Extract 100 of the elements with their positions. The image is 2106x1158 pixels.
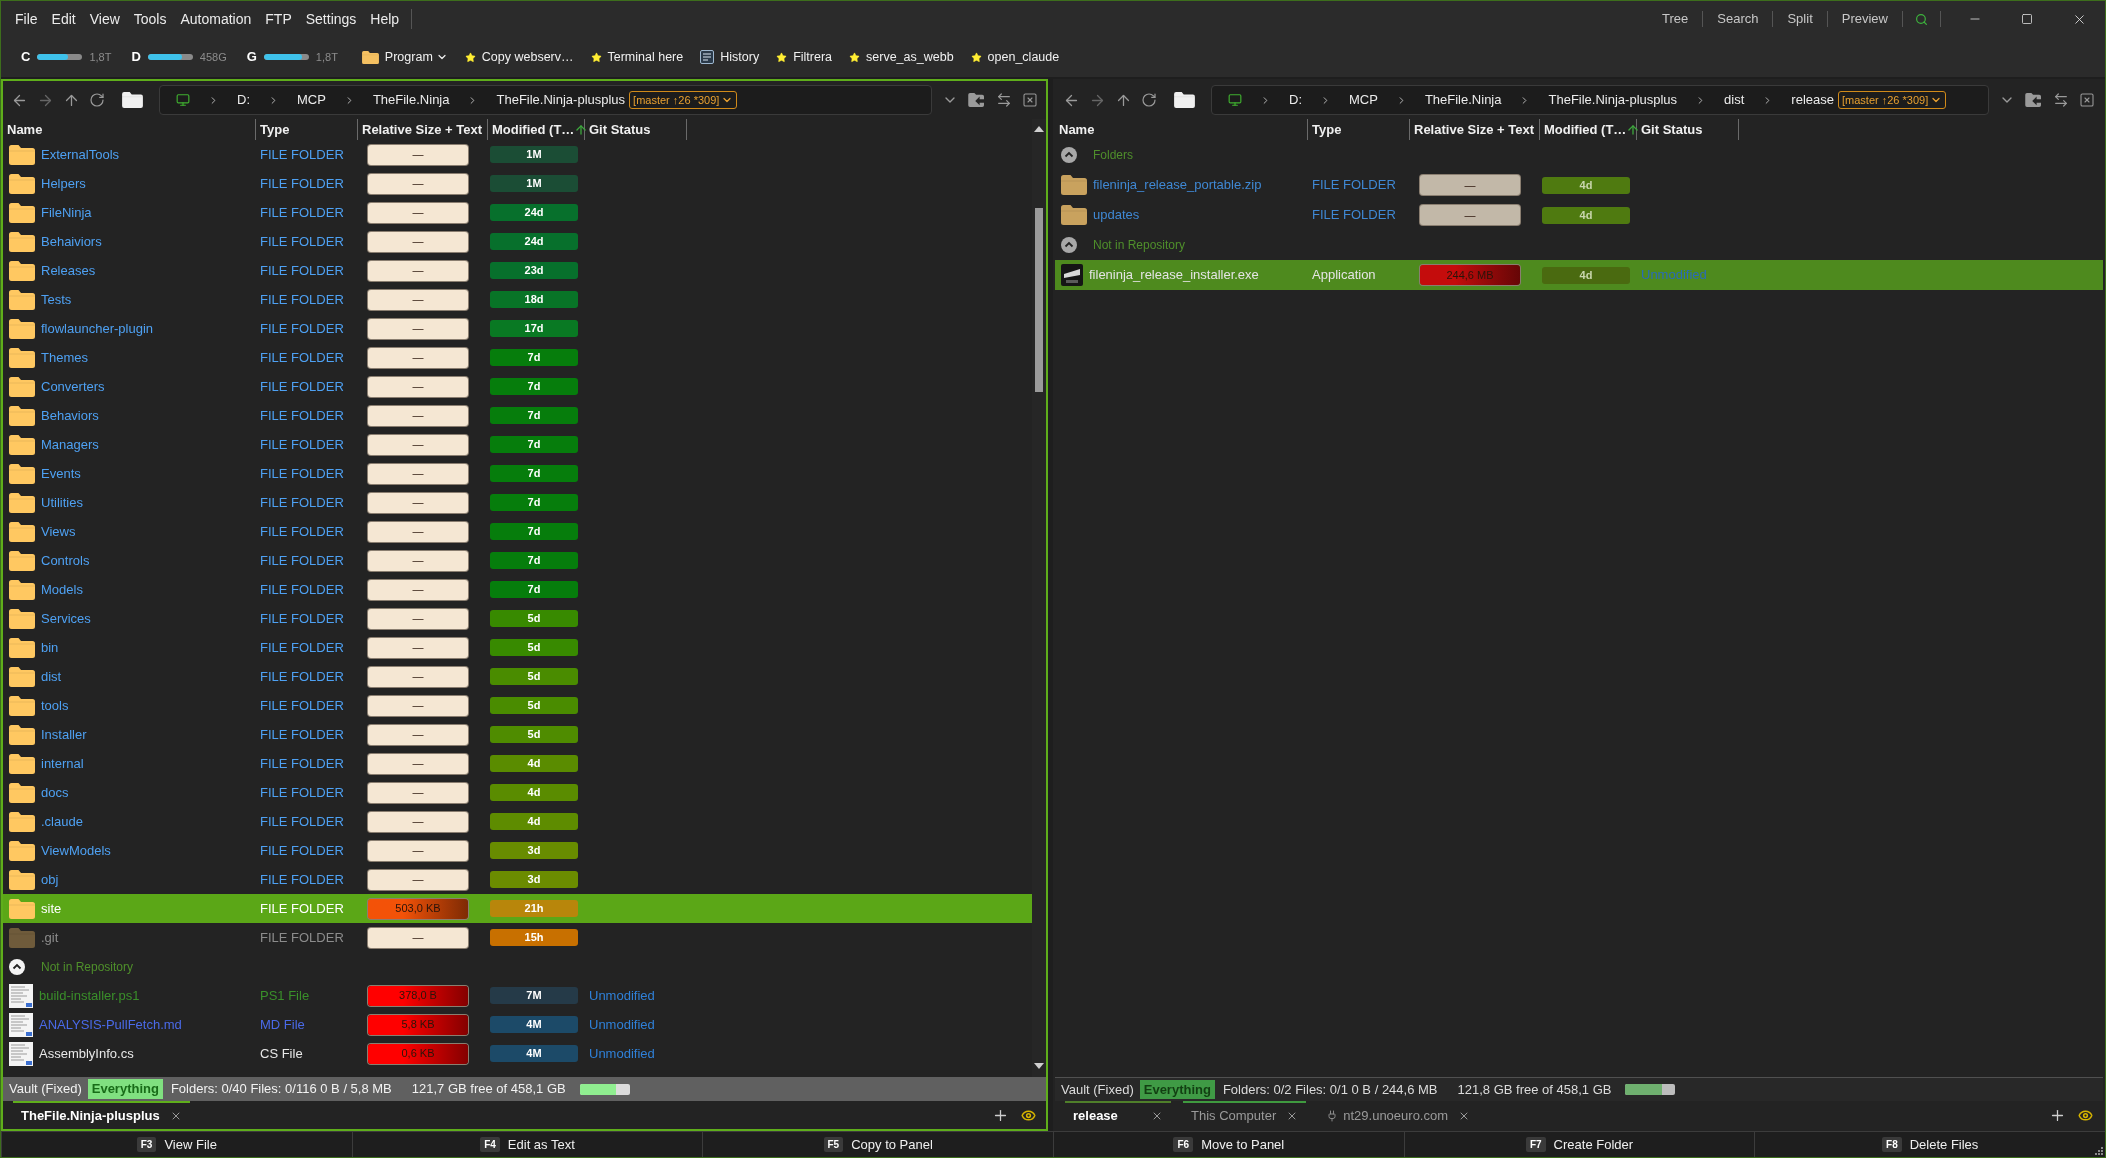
column-header[interactable]: Relative Size + Text [358,119,488,140]
file-row[interactable]: ExternalTools FILE FOLDER — 1M [3,140,1032,169]
function-key-button[interactable]: F3 View File [1,1132,352,1157]
file-row[interactable]: .git FILE FOLDER — 15h [3,923,1032,952]
folder-arrow-icon[interactable] [968,93,986,107]
file-row[interactable]: AssemblyInfo.cs CS File 0,6 KB 4M Unmodified [3,1039,1032,1068]
breadcrumb-item[interactable]: D: [1289,90,1302,110]
menu-item[interactable]: View [82,6,127,32]
file-row[interactable]: Behaviors FILE FOLDER — 7d [3,401,1032,430]
breadcrumb-item[interactable]: dist [1724,90,1745,110]
view-toggle-button[interactable]: Split [1773,9,1827,29]
file-row[interactable]: FileNinja FILE FOLDER — 24d [3,198,1032,227]
view-toggle-button[interactable]: Preview [1827,9,1902,29]
scroll-down-icon[interactable] [1034,1063,1044,1069]
column-header[interactable]: Type [256,119,358,140]
breadcrumb-item[interactable]: MCP [297,90,326,110]
menu-item[interactable]: Automation [173,6,259,32]
file-row[interactable]: Controls FILE FOLDER — 7d [3,546,1032,575]
file-row[interactable]: Managers FILE FOLDER — 7d [3,430,1032,459]
file-row[interactable]: Themes FILE FOLDER — 7d [3,343,1032,372]
file-row[interactable]: site FILE FOLDER 503,0 KB 21h [3,894,1032,923]
file-row[interactable]: Releases FILE FOLDER — 23d [3,256,1032,285]
scroll-up-icon[interactable] [1034,126,1044,132]
collapse-icon[interactable] [9,958,25,975]
file-row[interactable]: Views FILE FOLDER — 7d [3,517,1032,546]
close-panel-icon[interactable] [2079,92,2095,108]
quick-action-button[interactable]: History [700,47,760,67]
swap-icon[interactable] [2053,92,2069,108]
view-toggle-button[interactable]: Search [1703,9,1773,29]
file-row[interactable]: .claude FILE FOLDER — 4d [3,807,1032,836]
menu-item[interactable]: FTP [258,6,299,32]
tab[interactable]: release [1065,1101,1171,1129]
column-header[interactable]: Name [1055,119,1308,140]
column-header[interactable]: Git Status [1637,119,1739,140]
column-header[interactable]: Modified (T… [488,119,585,140]
computer-icon[interactable] [1228,93,1242,107]
breadcrumb-item[interactable]: TheFile.Ninja-plusplus [1548,90,1678,110]
file-row[interactable]: Events FILE FOLDER — 7d [3,459,1032,488]
file-row[interactable]: Converters FILE FOLDER — 7d [3,372,1032,401]
file-row[interactable]: ViewModels FILE FOLDER — 3d [3,836,1032,865]
function-key-button[interactable]: F4 Edit as Text [351,1132,703,1157]
column-header[interactable]: Type [1308,119,1410,140]
scrollbar-thumb[interactable] [1035,208,1043,392]
collapse-icon[interactable] [1061,147,1077,163]
computer-icon[interactable] [176,93,190,107]
file-row[interactable]: Utilities FILE FOLDER — 7d [3,488,1032,517]
git-branch-dropdown[interactable]: [master ↑26 *309] [629,90,738,110]
file-row[interactable]: internal FILE FOLDER — 4d [3,749,1032,778]
file-row[interactable]: Helpers FILE FOLDER — 1M [3,169,1032,198]
menu-item[interactable]: File [8,6,45,32]
folder-arrow-icon[interactable] [2025,93,2043,107]
tab[interactable]: nt29.unoeuro.com [1318,1101,1479,1129]
file-row[interactable]: tools FILE FOLDER — 5d [3,691,1032,720]
function-key-button[interactable]: F5 Copy to Panel [702,1132,1053,1157]
git-branch-dropdown[interactable]: [master ↑26 *309] [1838,90,1947,110]
breadcrumb-item[interactable]: TheFile.Ninja [372,90,450,110]
close-panel-icon[interactable] [1022,92,1038,108]
breadcrumb-item[interactable]: release [1791,90,1834,110]
file-row[interactable]: flowlauncher-plugin FILE FOLDER — 17d [3,314,1032,343]
breadcrumb-item[interactable]: TheFile.Ninja [1424,90,1502,110]
quick-action-button[interactable]: Copy webserv… [464,47,574,67]
tab[interactable]: This Computer [1183,1101,1307,1129]
column-header[interactable]: Modified (T… [1540,119,1637,140]
column-header[interactable]: Git Status [585,119,687,140]
file-row[interactable]: Services FILE FOLDER — 5d [3,604,1032,633]
quick-action-button[interactable]: Filtrera [776,47,833,67]
eye-icon[interactable] [2078,1107,2093,1123]
view-toggle-button[interactable]: Tree [1648,9,1703,29]
breadcrumb-item[interactable]: D: [237,90,250,110]
file-row[interactable]: obj FILE FOLDER — 3d [3,865,1032,894]
quick-action-button[interactable]: Program [361,47,448,67]
file-row[interactable]: fileninja_release_installer.exe Application 244,6 MB 4d Unmodified [1055,260,2103,290]
folder-icon[interactable] [1174,92,1195,108]
file-row[interactable]: ANALYSIS-PullFetch.md MD File 5,8 KB 4M Unmodified [3,1010,1032,1039]
menu-item[interactable]: Tools [126,6,174,32]
column-header[interactable]: Name [3,119,256,140]
folder-icon[interactable] [122,92,143,108]
breadcrumb-item[interactable]: MCP [1349,90,1378,110]
search-icon[interactable] [1915,12,1928,26]
address-bar[interactable]: D: MCP TheFile.Ninja TheFile.Ninja-plusplus dist release [master ↑26 *309] [1211,85,1989,115]
collapse-icon[interactable] [1061,237,1077,253]
tab[interactable]: TheFile.Ninja-plusplus [13,1101,190,1129]
function-key-button[interactable]: F6 Move to Panel [1053,1132,1404,1157]
file-row[interactable]: dist FILE FOLDER — 5d [3,662,1032,691]
quick-action-button[interactable]: Terminal here [590,47,684,67]
breadcrumb-item[interactable]: TheFile.Ninja-plusplus [496,90,626,110]
eye-icon[interactable] [1021,1107,1036,1123]
menu-item[interactable]: Edit [44,6,83,32]
file-row[interactable]: updates FILE FOLDER — 4d [1055,200,2103,230]
quick-action-button[interactable]: open_claude [970,47,1060,67]
column-header[interactable]: Relative Size + Text [1410,119,1540,140]
refresh-icon[interactable] [89,92,105,108]
refresh-icon[interactable] [1141,92,1157,108]
file-row[interactable]: Behaiviors FILE FOLDER — 24d [3,227,1032,256]
file-row[interactable]: Tests FILE FOLDER — 18d [3,285,1032,314]
close-icon[interactable] [1151,1110,1163,1122]
file-row[interactable]: fileninja_release_portable.zip FILE FOLDER — 4d [1055,170,2103,200]
swap-icon[interactable] [996,92,1012,108]
file-row[interactable]: build-installer.ps1 PS1 File 378,0 B 7M Unmodified [3,981,1032,1010]
menu-item[interactable]: Settings [298,6,364,32]
